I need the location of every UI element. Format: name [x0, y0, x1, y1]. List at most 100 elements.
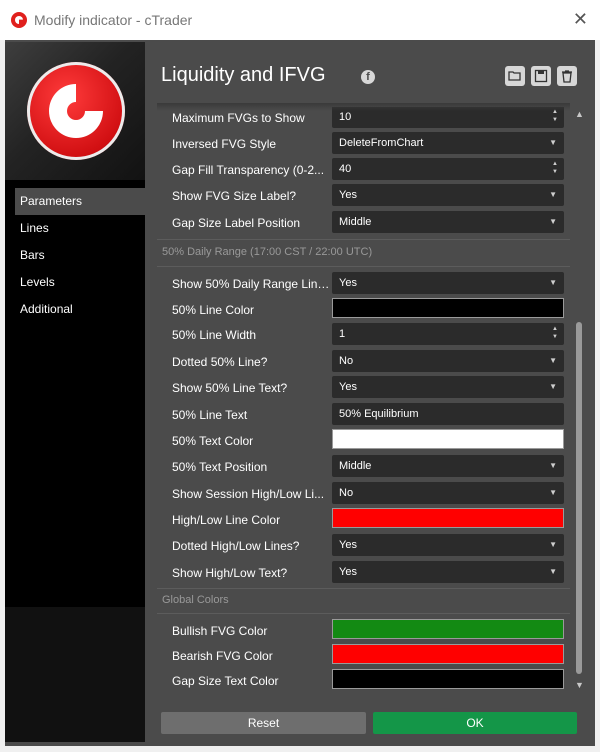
scrollbar-thumb[interactable]	[576, 322, 582, 674]
param-row: Gap Fill Transparency (0-2... 40 ▲ ▼	[157, 157, 570, 183]
ok-button[interactable]: OK	[373, 712, 577, 734]
param-value: 10	[339, 111, 352, 123]
param-label: Dotted 50% Line?	[172, 355, 268, 369]
param-row: Show High/Low Text? Yes ▼	[157, 560, 570, 586]
section-heading-global-colors: Global Colors	[162, 594, 229, 606]
param-row: 50% Line Width 1 ▲ ▼	[157, 322, 570, 348]
param-label: 50% Line Width	[172, 328, 257, 342]
param-row: 50% Line Text 50% Equilibrium	[157, 402, 570, 428]
chevron-down-icon: ▼	[549, 278, 557, 287]
show-high-low-text-select[interactable]: Yes ▼	[332, 561, 564, 583]
param-label: Show 50% Line Text?	[172, 381, 288, 395]
param-row: Dotted 50% Line? No ▼	[157, 349, 570, 375]
bullish-fvg-color-swatch[interactable]	[332, 619, 564, 639]
scroll-shadow	[157, 103, 570, 111]
chevron-down-icon: ▼	[549, 488, 557, 497]
gap-size-text-color-swatch[interactable]	[332, 669, 564, 689]
chevron-down-icon: ▼	[549, 461, 557, 470]
dotted-high-low-select[interactable]: Yes ▼	[332, 534, 564, 556]
dotted-line-select[interactable]: No ▼	[332, 350, 564, 372]
param-row: High/Low Line Color	[157, 507, 570, 533]
section-heading-daily-range: 50% Daily Range (17:00 CST / 22:00 UTC)	[162, 246, 373, 258]
param-value: 50% Equilibrium	[339, 408, 419, 420]
param-label: Show FVG Size Label?	[172, 189, 297, 203]
sidebar-item-additional[interactable]: Additional	[15, 296, 145, 323]
section-divider	[157, 613, 570, 614]
show-session-high-low-select[interactable]: No ▼	[332, 482, 564, 504]
logo-area	[5, 42, 145, 180]
section-divider	[157, 239, 570, 240]
facebook-icon[interactable]: f	[361, 70, 375, 84]
param-label: Show High/Low Text?	[172, 566, 288, 580]
reset-button[interactable]: Reset	[161, 712, 366, 734]
param-value: DeleteFromChart	[339, 137, 424, 149]
sidebar-nav: Parameters Lines Bars Levels Additional	[15, 188, 145, 323]
chevron-down-icon: ▼	[549, 382, 557, 391]
param-row: Bullish FVG Color	[157, 618, 570, 644]
ctrader-app-icon	[11, 12, 27, 28]
param-value: No	[339, 355, 354, 367]
delete-button[interactable]	[557, 66, 577, 86]
param-label: High/Low Line Color	[172, 513, 281, 527]
param-row: Show 50% Daily Range Line? Yes ▼	[157, 271, 570, 297]
line-text-input[interactable]: 50% Equilibrium	[332, 403, 564, 425]
param-row: Gap Size Label Position Middle ▼	[157, 210, 570, 236]
param-row: Show FVG Size Label? Yes ▼	[157, 183, 570, 209]
param-row: Show Session High/Low Li... No ▼	[157, 481, 570, 507]
high-low-line-color-swatch[interactable]	[332, 508, 564, 528]
param-value: 40	[339, 163, 352, 175]
show-fvg-size-label-select[interactable]: Yes ▼	[332, 184, 564, 206]
gap-fill-transparency-stepper[interactable]: 40 ▲ ▼	[332, 158, 564, 180]
spin-arrows-icon[interactable]: ▲ ▼	[552, 325, 558, 341]
chevron-down-icon: ▼	[549, 138, 557, 147]
param-label: 50% Line Color	[172, 303, 255, 317]
chevron-down-icon: ▼	[549, 190, 557, 199]
param-label: 50% Text Position	[172, 460, 268, 474]
param-row: 50% Text Color	[157, 428, 570, 454]
scroll-up-icon[interactable]: ▲	[575, 109, 584, 119]
param-value: Yes	[339, 566, 357, 578]
param-value: Yes	[339, 189, 357, 201]
text-position-select[interactable]: Middle ▼	[332, 455, 564, 477]
parameters-form[interactable]: Maximum FVGs to Show 10 ▲ ▼ Inversed FVG S…	[157, 107, 570, 695]
line-color-swatch[interactable]	[332, 298, 564, 318]
sidebar-item-lines[interactable]: Lines	[15, 215, 145, 242]
sidebar-item-parameters[interactable]: Parameters	[15, 188, 145, 215]
param-value: Yes	[339, 381, 357, 393]
param-row: Gap Size Text Color	[157, 668, 570, 694]
bearish-fvg-color-swatch[interactable]	[332, 644, 564, 664]
show-daily-range-line-select[interactable]: Yes ▼	[332, 272, 564, 294]
sidebar-footer	[5, 607, 145, 742]
save-button[interactable]	[531, 66, 551, 86]
scroll-down-icon[interactable]: ▼	[575, 680, 584, 690]
section-divider	[157, 266, 570, 267]
sidebar-item-levels[interactable]: Levels	[15, 269, 145, 296]
param-label: Show 50% Daily Range Line?	[172, 277, 330, 291]
save-icon	[534, 69, 548, 83]
param-value: Yes	[339, 539, 357, 551]
spin-arrows-icon[interactable]: ▲ ▼	[552, 160, 558, 176]
open-folder-button[interactable]	[505, 66, 525, 86]
param-label: Maximum FVGs to Show	[172, 111, 305, 125]
param-label: Show Session High/Low Li...	[172, 487, 325, 501]
param-value: Yes	[339, 277, 357, 289]
param-label: Bearish FVG Color	[172, 649, 273, 663]
param-row: 50% Line Color	[157, 297, 570, 323]
sidebar-item-bars[interactable]: Bars	[15, 242, 145, 269]
indicator-title: Liquidity and IFVG	[161, 64, 326, 86]
line-width-stepper[interactable]: 1 ▲ ▼	[332, 323, 564, 345]
param-label: Dotted High/Low Lines?	[172, 539, 300, 553]
close-icon[interactable]: ✕	[573, 9, 588, 30]
param-label: 50% Text Color	[172, 434, 254, 448]
inversed-fvg-style-select[interactable]: DeleteFromChart ▼	[332, 132, 564, 154]
param-label: 50% Line Text	[172, 408, 248, 422]
param-value: No	[339, 487, 354, 499]
param-row: Dotted High/Low Lines? Yes ▼	[157, 533, 570, 559]
text-color-swatch[interactable]	[332, 429, 564, 449]
trash-icon	[562, 70, 572, 83]
ctrader-logo	[27, 62, 125, 160]
show-line-text-select[interactable]: Yes ▼	[332, 376, 564, 398]
param-value: Middle	[339, 460, 372, 472]
gap-size-label-position-select[interactable]: Middle ▼	[332, 211, 564, 233]
chevron-down-icon: ▼	[549, 356, 557, 365]
